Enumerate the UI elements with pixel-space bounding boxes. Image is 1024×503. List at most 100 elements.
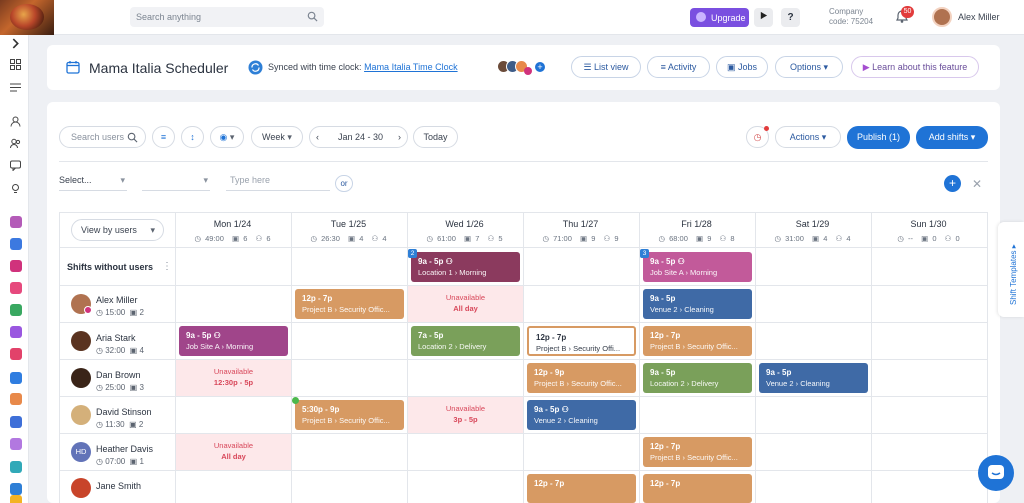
shift-card[interactable]: 9a - 5p ⚇ Venue 2 › Cleaning xyxy=(527,400,636,430)
learn-feature-button[interactable]: ▶ Learn about this feature xyxy=(851,56,979,78)
next-week-icon[interactable]: › xyxy=(398,127,401,147)
scheduler-app-icon[interactable] xyxy=(10,393,22,405)
list-view-button[interactable]: ☰ List view xyxy=(571,56,641,78)
employee-stats: ◷ 07:00 ▣ 1 xyxy=(96,457,144,466)
employee-name[interactable]: Alex Miller xyxy=(96,295,138,305)
avatar-initials[interactable]: HD xyxy=(71,442,91,462)
day-header-wed[interactable]: Wed 1/26 xyxy=(407,219,522,229)
app-icon-8[interactable] xyxy=(10,416,22,428)
app-icon-2[interactable] xyxy=(10,238,22,250)
unavailable-block[interactable]: Unavailable All day xyxy=(408,286,523,322)
filter-button[interactable]: ≡ xyxy=(152,126,175,148)
help-button[interactable]: ? xyxy=(781,8,800,27)
shift-card[interactable]: 5:30p - 9p Project B › Security Offic... xyxy=(295,400,404,430)
sort-button[interactable]: ↕ xyxy=(181,126,204,148)
app-icon-6[interactable] xyxy=(10,326,22,338)
visibility-button[interactable]: ◉ ▾ xyxy=(210,126,244,148)
unassigned-shift-wed[interactable]: 9a - 5p ⚇ Location 1 › Morning xyxy=(411,252,520,282)
app-icon-7[interactable] xyxy=(10,348,22,360)
app-icon-9[interactable] xyxy=(10,438,22,450)
feed-icon[interactable] xyxy=(10,82,21,93)
unassigned-shift-fri[interactable]: 9a - 5p ⚇ Job Site A › Morning xyxy=(643,252,752,282)
shift-time: 9a - 5p xyxy=(766,368,792,377)
employee-name[interactable]: Aria Stark xyxy=(96,333,136,343)
view-by-select[interactable]: View by users ▾ xyxy=(71,219,164,241)
app-icon-10[interactable] xyxy=(10,461,22,473)
employee-name[interactable]: Dan Brown xyxy=(96,370,141,380)
time-clock-app-icon[interactable] xyxy=(10,372,22,384)
visibility-chevron-icon: ▾ xyxy=(229,132,235,142)
shift-card[interactable]: 7a - 5p Location 2 › Delivery xyxy=(411,326,520,356)
day-header-fri[interactable]: Fri 1/28 xyxy=(639,219,754,229)
avatar[interactable] xyxy=(71,368,91,388)
unavailable-detail: 3p - 5p xyxy=(453,415,478,424)
user-name[interactable]: Alex Miller xyxy=(958,12,1000,22)
today-button[interactable]: Today xyxy=(413,126,458,148)
options-button[interactable]: Options ▾ xyxy=(775,56,843,78)
row-menu-icon[interactable]: ⋮ xyxy=(162,261,172,272)
publish-button[interactable]: Publish (1) xyxy=(847,126,910,149)
unavailable-block[interactable]: Unavailable 12:30p - 5p xyxy=(176,360,291,396)
upgrade-button[interactable]: Upgrade xyxy=(690,8,749,27)
support-chat-button[interactable] xyxy=(978,455,1014,491)
shift-card[interactable]: 9a - 5p Venue 2 › Cleaning xyxy=(643,289,752,319)
shift-card[interactable]: 12p - 7p xyxy=(643,474,752,503)
unpublished-shift-card[interactable]: 12p - 7p Project B › Security Offi... xyxy=(527,326,636,356)
shift-card[interactable]: 9a - 5p Location 2 › Delivery xyxy=(643,363,752,393)
filter-value-input[interactable]: Type here xyxy=(226,175,330,191)
avatar[interactable] xyxy=(71,331,91,351)
time-clock-link[interactable]: Mama Italia Time Clock xyxy=(364,62,458,72)
actions-button[interactable]: Actions ▾ xyxy=(775,126,841,148)
app-icon-12[interactable] xyxy=(10,495,22,503)
unavailable-block[interactable]: Unavailable 3p - 5p xyxy=(408,397,523,433)
avatar[interactable] xyxy=(71,478,91,498)
employee-name[interactable]: David Stinson xyxy=(96,407,152,417)
app-icon-5[interactable] xyxy=(10,304,22,316)
shift-templates-label[interactable]: Shift Templates ▸ xyxy=(1009,244,1018,305)
user-icon[interactable] xyxy=(10,116,21,127)
dashboard-icon[interactable] xyxy=(10,59,21,70)
shift-card[interactable]: 9a - 5p Venue 2 › Cleaning xyxy=(759,363,868,393)
employee-name[interactable]: Jane Smith xyxy=(96,481,141,491)
add-shifts-button[interactable]: Add shifts ▾ xyxy=(916,126,988,149)
app-icon-11[interactable] xyxy=(10,483,22,495)
app-icon-3[interactable] xyxy=(10,260,22,272)
unavailable-block[interactable]: Unavailable All day xyxy=(176,434,291,470)
shift-card[interactable]: 12p - 9p Project B › Security Offic... xyxy=(527,363,636,393)
chat-icon[interactable] xyxy=(10,160,21,171)
day-header-thu[interactable]: Thu 1/27 xyxy=(523,219,638,229)
prev-week-icon[interactable]: ‹ xyxy=(316,127,319,147)
shift-card[interactable]: 12p - 7p Project B › Security Offic... xyxy=(643,437,752,467)
app-icon-1[interactable] xyxy=(10,216,22,228)
activity-button[interactable]: ≡ Activity xyxy=(647,56,710,78)
filter-field-select[interactable]: Select... ▾ xyxy=(59,175,127,191)
date-range-picker[interactable]: ‹ Jan 24 - 30 › xyxy=(309,126,408,148)
day-header-sat[interactable]: Sat 1/29 xyxy=(755,219,870,229)
shift-card[interactable]: 12p - 7p xyxy=(527,474,636,503)
add-admin-icon[interactable]: + xyxy=(535,62,545,72)
day-header-mon[interactable]: Mon 1/24 xyxy=(175,219,290,229)
employee-name[interactable]: Heather Davis xyxy=(96,444,153,454)
day-header-sun[interactable]: Sun 1/30 xyxy=(871,219,986,229)
shift-card[interactable]: 9a - 5p ⚇ Job Site A › Morning xyxy=(179,326,288,356)
global-search-input[interactable]: Search anything xyxy=(130,7,324,27)
shift-card[interactable]: 12p - 7p Project B › Security Offic... xyxy=(643,326,752,356)
lightbulb-icon[interactable] xyxy=(10,183,21,194)
range-mode-select[interactable]: Week ▾ xyxy=(251,126,303,148)
clear-filter-icon[interactable]: ✕ xyxy=(972,177,982,191)
users-icon[interactable] xyxy=(10,138,21,149)
avatar[interactable] xyxy=(71,405,91,425)
app-icon-4[interactable] xyxy=(10,282,22,294)
filter-operator-select[interactable]: ▾ xyxy=(142,175,210,191)
day-header-tue[interactable]: Tue 1/25 xyxy=(291,219,406,229)
search-users-input[interactable]: Search users xyxy=(59,126,146,148)
user-avatar[interactable] xyxy=(932,7,952,27)
add-filter-button[interactable]: + xyxy=(944,175,961,192)
jobs-button[interactable]: ▣ Jobs xyxy=(716,56,768,78)
or-button[interactable]: or xyxy=(335,175,353,192)
shift-card[interactable]: 12p - 7p Project B › Security Offic... xyxy=(295,289,404,319)
grid-col-line xyxy=(755,212,756,503)
play-video-button[interactable] xyxy=(754,8,773,27)
expand-chevron-icon[interactable] xyxy=(10,38,21,49)
company-logo[interactable] xyxy=(0,0,54,35)
